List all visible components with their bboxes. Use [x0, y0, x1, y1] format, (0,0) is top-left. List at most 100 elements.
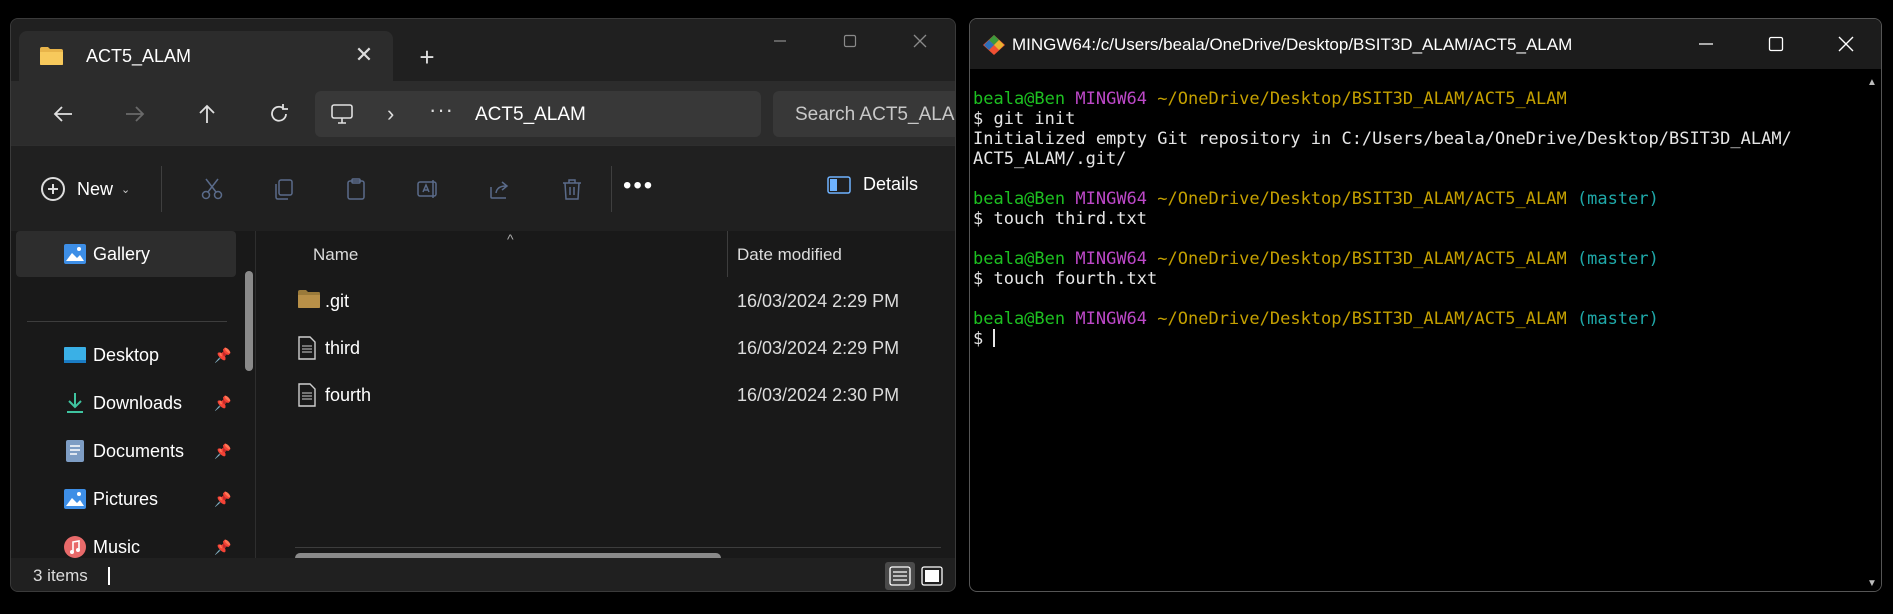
pane-divider[interactable]	[255, 231, 256, 558]
git-bash-icon	[983, 35, 1005, 55]
minimize-button[interactable]	[745, 19, 815, 63]
gallery-icon	[64, 244, 86, 264]
scroll-up-icon[interactable]: ▲	[1867, 77, 1877, 88]
minimize-button[interactable]	[1671, 19, 1741, 69]
file-row[interactable]: third 16/03/2024 2:29 PM	[267, 328, 955, 368]
breadcrumb-overflow-button[interactable]: ···	[429, 97, 454, 123]
cut-button[interactable]	[197, 174, 227, 204]
sidebar-item-music[interactable]: Music 📌	[16, 524, 236, 558]
maximize-button[interactable]	[815, 19, 885, 63]
prompt-line: beala@Ben MINGW64 ~/OneDrive/Desktop/BSI…	[973, 89, 1881, 109]
input-line[interactable]: $	[973, 329, 1881, 349]
prompt-path: ~/OneDrive/Desktop/BSIT3D_ALAM/ACT5_ALAM	[1157, 189, 1567, 209]
arrow-left-icon	[53, 106, 72, 122]
navigation-pane: Gallery Desktop 📌 Downloads 📌 Documents …	[11, 231, 255, 558]
forward-button[interactable]	[117, 96, 153, 132]
close-button[interactable]	[885, 19, 955, 63]
close-button[interactable]	[1811, 19, 1881, 69]
pin-icon[interactable]: 📌	[214, 347, 231, 364]
terminal-scrollbar[interactable]: ▲ ▼	[1863, 69, 1881, 591]
status-bar: 3 items	[11, 558, 955, 591]
column-header-name[interactable]: Name	[313, 237, 358, 273]
maximize-icon	[1768, 36, 1784, 52]
file-icon	[298, 383, 316, 407]
new-button-label: New	[77, 178, 114, 199]
pin-icon[interactable]: 📌	[214, 491, 231, 508]
documents-icon	[66, 440, 84, 462]
prompt-branch: (master)	[1576, 309, 1659, 329]
delete-button[interactable]	[557, 174, 587, 204]
prompt-user: beala@Ben	[973, 309, 1066, 329]
paste-button[interactable]	[341, 174, 371, 204]
trash-icon	[563, 179, 581, 200]
sidebar-item-pictures[interactable]: Pictures 📌	[16, 476, 236, 522]
toolbar-divider	[611, 166, 612, 212]
tiles-view-button[interactable]	[917, 562, 947, 590]
folder-icon	[40, 47, 63, 65]
sidebar-item-documents[interactable]: Documents 📌	[16, 428, 236, 474]
back-button[interactable]	[45, 96, 81, 132]
prompt-user: beala@Ben	[973, 89, 1066, 109]
details-view-button[interactable]	[885, 562, 915, 590]
scroll-down-icon[interactable]: ▼	[1867, 578, 1877, 589]
details-pane-button[interactable]: Details	[827, 174, 918, 195]
new-tab-button[interactable]: +	[409, 40, 445, 76]
file-date: 16/03/2024 2:29 PM	[737, 338, 900, 358]
prompt-line: beala@Ben MINGW64 ~/OneDrive/Desktop/BSI…	[973, 249, 1881, 269]
chevron-right-icon[interactable]: ›	[387, 101, 394, 127]
pin-icon[interactable]: 📌	[214, 539, 231, 556]
refresh-icon	[271, 104, 288, 122]
more-options-button[interactable]: •••	[623, 172, 654, 200]
address-bar[interactable]: › ··· ACT5_ALAM	[315, 91, 761, 137]
up-button[interactable]	[189, 96, 225, 132]
command-bar: New ⌄ ••• Details	[11, 145, 955, 231]
prompt-user: beala@Ben	[973, 189, 1066, 209]
file-list: Name ^ Date modified .git 16/03/2024 2:2…	[267, 231, 955, 563]
pin-icon[interactable]: 📌	[214, 395, 231, 412]
sidebar-item-desktop[interactable]: Desktop 📌	[16, 332, 236, 378]
output-line: ACT5_ALAM/.git/	[973, 149, 1127, 169]
sidebar-item-downloads[interactable]: Downloads 📌	[16, 380, 236, 426]
column-divider[interactable]	[727, 231, 728, 277]
item-count: 3 items	[33, 566, 88, 585]
prompt-user: beala@Ben	[973, 249, 1066, 269]
prompt-line: beala@Ben MINGW64 ~/OneDrive/Desktop/BSI…	[973, 189, 1881, 209]
add-circle-icon	[41, 177, 65, 201]
explorer-titlebar: ACT5_ALAM ✕ +	[11, 19, 955, 81]
file-row[interactable]: fourth 16/03/2024 2:30 PM	[267, 375, 955, 415]
refresh-button[interactable]	[261, 96, 297, 132]
command-prompt: $	[973, 329, 994, 349]
close-icon	[1838, 36, 1854, 52]
explorer-tab[interactable]: ACT5_ALAM ✕	[19, 31, 393, 81]
prompt-branch: (master)	[1576, 249, 1659, 269]
terminal-titlebar: MINGW64:/c/Users/beala/OneDrive/Desktop/…	[970, 19, 1881, 69]
terminal-output[interactable]: beala@Ben MINGW64 ~/OneDrive/Desktop/BSI…	[970, 69, 1881, 591]
maximize-icon	[843, 34, 857, 48]
search-placeholder: Search ACT5_ALA	[795, 104, 955, 125]
file-date: 16/03/2024 2:29 PM	[737, 291, 900, 311]
maximize-button[interactable]	[1741, 19, 1811, 69]
output-line: Initialized empty Git repository in C:/U…	[973, 129, 1792, 149]
breadcrumb-current-folder[interactable]: ACT5_ALAM	[475, 104, 586, 126]
sidebar-label-music: Music	[93, 536, 141, 557]
sidebar-item-gallery[interactable]: Gallery	[16, 231, 236, 277]
rename-button[interactable]	[413, 174, 443, 204]
mingw64-terminal-window: MINGW64:/c/Users/beala/OneDrive/Desktop/…	[969, 18, 1882, 592]
prompt-system: MINGW64	[1075, 189, 1148, 209]
share-button[interactable]	[485, 174, 515, 204]
list-view-icon	[889, 566, 911, 586]
explorer-window-controls	[745, 19, 955, 63]
sidebar-scrollbar[interactable]	[245, 271, 253, 371]
file-name: fourth	[325, 385, 372, 405]
computer-icon	[331, 104, 353, 124]
tab-title: ACT5_ALAM	[86, 46, 192, 66]
close-tab-icon[interactable]: ✕	[349, 40, 379, 70]
arrow-right-icon	[126, 106, 145, 122]
pin-icon[interactable]: 📌	[214, 443, 231, 460]
copy-button[interactable]	[269, 174, 299, 204]
search-box[interactable]: Search ACT5_ALA	[773, 91, 955, 137]
pictures-icon	[64, 489, 86, 509]
file-row[interactable]: .git 16/03/2024 2:29 PM	[267, 281, 955, 321]
column-header-date-modified[interactable]: Date modified	[737, 237, 842, 273]
new-button[interactable]: New ⌄	[41, 174, 130, 204]
